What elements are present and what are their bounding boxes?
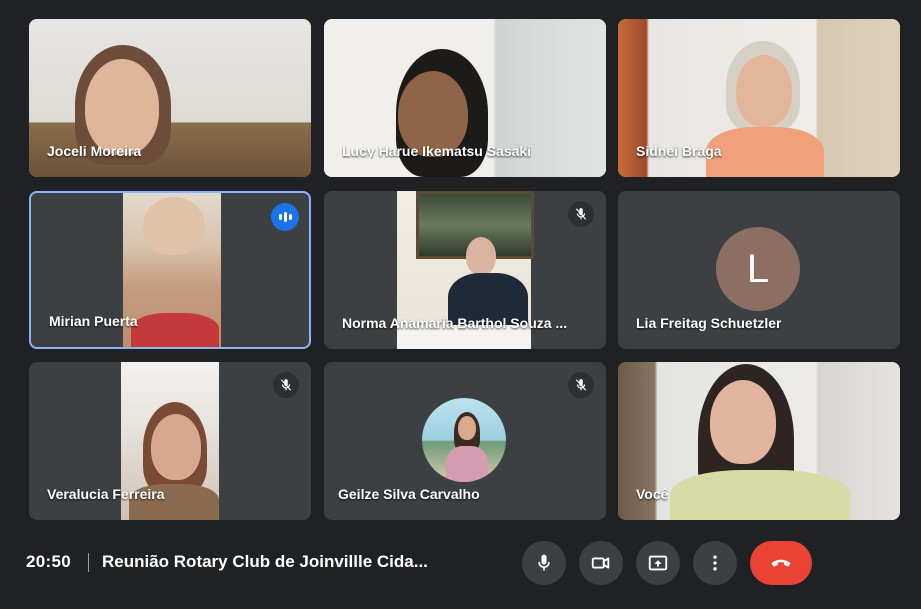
mic-off-icon bbox=[273, 372, 299, 398]
participant-name: Lucy Harue Ikematsu Sasaki bbox=[342, 143, 532, 159]
camera-icon bbox=[591, 557, 610, 569]
participant-tile-geilze[interactable]: Geilze Silva Carvalho bbox=[324, 362, 606, 520]
face-shape bbox=[736, 55, 792, 127]
speaking-indicator-icon bbox=[271, 203, 299, 231]
present-screen-icon bbox=[648, 555, 668, 571]
face-shape bbox=[151, 414, 201, 480]
body-shape bbox=[706, 127, 824, 177]
avatar bbox=[422, 398, 506, 482]
participant-name: Lia Freitag Schuetzler bbox=[636, 315, 782, 331]
body-shape bbox=[131, 313, 219, 347]
mic-off-icon bbox=[568, 201, 594, 227]
participant-tile-voce[interactable]: Você bbox=[618, 362, 900, 520]
participant-tile-lucy[interactable]: Lucy Harue Ikematsu Sasaki bbox=[324, 19, 606, 177]
meeting-title[interactable]: Reunião Rotary Club de Joinvillle Cida..… bbox=[102, 552, 428, 572]
participant-name: Joceli Moreira bbox=[47, 143, 142, 159]
participant-name: Sidnei Braga bbox=[636, 143, 722, 159]
microphone-button[interactable] bbox=[522, 541, 566, 585]
toolbar-divider bbox=[88, 553, 89, 572]
end-call-icon bbox=[771, 559, 791, 567]
face-shape bbox=[466, 237, 496, 275]
mic-off-icon bbox=[568, 372, 594, 398]
present-screen-button[interactable] bbox=[636, 541, 680, 585]
mic-icon bbox=[538, 554, 550, 571]
face-shape bbox=[458, 416, 476, 440]
meeting-clock: 20:50 bbox=[26, 552, 71, 571]
avatar: L bbox=[716, 227, 800, 311]
participant-name: Geilze Silva Carvalho bbox=[338, 486, 480, 502]
participant-name: Mirian Puerta bbox=[49, 313, 138, 329]
participant-tile-veralucia[interactable]: Veralucia Ferreira bbox=[29, 362, 311, 520]
participant-name: Você bbox=[636, 486, 669, 502]
participant-tile-sidnei[interactable]: Sidnei Braga bbox=[618, 19, 900, 177]
more-options-button[interactable] bbox=[693, 541, 737, 585]
face-shape bbox=[710, 380, 776, 464]
participant-tile-norma[interactable]: Norma Anamaria Barthol Souza ... bbox=[324, 191, 606, 349]
more-options-icon bbox=[713, 555, 717, 571]
face-shape bbox=[143, 197, 205, 255]
end-call-button[interactable] bbox=[750, 541, 812, 585]
body-shape bbox=[670, 470, 850, 520]
camera-button[interactable] bbox=[579, 541, 623, 585]
body-shape bbox=[446, 446, 488, 482]
participant-tile-joceli[interactable]: Joceli Moreira bbox=[29, 19, 311, 177]
face-shape bbox=[85, 59, 159, 155]
participant-tile-lia[interactable]: L Lia Freitag Schuetzler bbox=[618, 191, 900, 349]
participant-tile-mirian[interactable]: Mirian Puerta bbox=[29, 191, 311, 349]
participant-name: Norma Anamaria Barthol Souza ... bbox=[342, 315, 568, 331]
participant-name: Veralucia Ferreira bbox=[47, 486, 165, 502]
